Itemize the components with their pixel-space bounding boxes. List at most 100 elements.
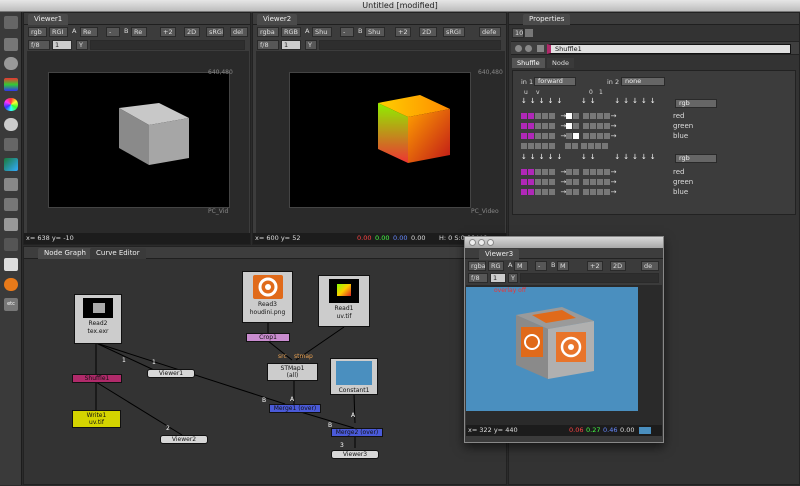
viewer3-gamma-slider[interactable] (520, 273, 659, 283)
group1-layer-select[interactable]: rgb (675, 99, 717, 108)
read3-node[interactable]: Read3 houdini.png (242, 271, 293, 323)
viewer1-canvas[interactable]: 640,480 PC_Vid (27, 51, 249, 233)
node-color-icon[interactable] (525, 45, 532, 52)
tab-viewer1[interactable]: Viewer1 (28, 14, 69, 25)
keyer-icon[interactable] (4, 158, 18, 171)
viewer2-channels[interactable]: rgba (257, 27, 279, 37)
gizmo-icon[interactable] (4, 258, 18, 271)
viewer3-y[interactable]: Y (508, 273, 518, 283)
viewer1-channels[interactable]: rgb (28, 27, 47, 37)
viewer3-titlebar (465, 237, 663, 248)
node-name-field[interactable]: Shuffle1 (547, 44, 791, 54)
tab-shuffle[interactable]: Shuffle (512, 58, 545, 68)
in1-select[interactable]: forward (534, 77, 576, 86)
viewer2-op[interactable]: - (340, 27, 354, 37)
matrix-row[interactable]: → → green (521, 177, 693, 187)
clear-panels-icon[interactable] (525, 29, 533, 37)
viewer3-display[interactable]: RG (488, 261, 504, 271)
matrix-row[interactable]: → → blue (521, 131, 688, 141)
viewer1-proxy[interactable]: +2 (160, 27, 176, 37)
viewer2-proxy[interactable]: +2 (395, 27, 411, 37)
viewer3-a-label: A (508, 261, 513, 269)
shuffle1-node[interactable]: Shuffle1 (72, 374, 122, 383)
viewer1-display[interactable]: RGI (49, 27, 68, 37)
viewer1-op[interactable]: - (106, 27, 120, 37)
stmap1-node[interactable]: STMap1 (all) (267, 363, 318, 381)
node-help-icon[interactable] (515, 45, 522, 52)
minimize-icon[interactable] (478, 239, 485, 246)
matrix-row[interactable]: → → green (521, 121, 693, 131)
group2-layer-select[interactable]: rgb (675, 154, 717, 163)
merge-tool-icon[interactable] (4, 178, 18, 191)
viewer1-2d[interactable]: 2D (184, 27, 200, 37)
viewer3-op[interactable]: - (535, 261, 547, 271)
time-filter-icon[interactable] (4, 138, 18, 151)
viewer2-a-input[interactable]: Shu (312, 27, 332, 37)
merge1-node[interactable]: Merge1 (over) (269, 404, 321, 413)
viewer3-channels[interactable]: rgba (468, 261, 486, 271)
viewer1-a-input[interactable]: Re (80, 27, 98, 37)
viewer2-gain-field[interactable]: 1 (281, 40, 301, 50)
views-tool-icon[interactable] (4, 238, 18, 251)
viewer1-tabbar: Viewer1 (24, 13, 250, 25)
viewer3-2d[interactable]: 2D (610, 261, 626, 271)
viewer3-de[interactable]: de (641, 261, 659, 271)
properties-max-panels[interactable]: 10 (512, 28, 524, 38)
viewer1-gain-field[interactable]: 1 (52, 40, 72, 50)
viewer2-gamma-slider[interactable] (319, 40, 501, 50)
viewer2-lut[interactable]: sRGI (443, 27, 465, 37)
tab-viewer3[interactable]: Viewer3 (479, 249, 520, 260)
viewer3-node[interactable]: Viewer3 (331, 450, 379, 459)
viewer1-node[interactable]: Viewer1 (147, 369, 195, 378)
viewer1-fstop[interactable]: f/8 (28, 40, 50, 50)
matrix-row[interactable] (521, 141, 616, 151)
viewer2-frame (289, 72, 471, 208)
matrix-row[interactable]: → → red (521, 111, 684, 121)
viewer2-fstop[interactable]: f/8 (257, 40, 279, 50)
draw-tool-icon[interactable] (4, 118, 18, 131)
channel-tool-icon[interactable] (4, 78, 18, 91)
viewer3-a-input[interactable]: M (514, 261, 528, 271)
read1-node[interactable]: Read1 uv.tif (318, 275, 370, 327)
read2-node[interactable]: Read2 tex.exr (74, 294, 122, 344)
viewer2-b-input[interactable]: Shu (365, 27, 385, 37)
viewer2-defe[interactable]: defe (479, 27, 501, 37)
viewer1-b-input[interactable]: Re (131, 27, 147, 37)
time-tool-icon[interactable] (4, 57, 18, 70)
viewer3-fstop[interactable]: f/8 (468, 273, 488, 283)
write1-node[interactable]: Write1 uv.tif (72, 410, 121, 428)
viewer2-y[interactable]: Y (305, 40, 317, 50)
constant1-node[interactable]: Constant1 (330, 358, 378, 395)
tab-properties[interactable]: Properties (523, 14, 571, 25)
crop1-node[interactable]: Crop1 (246, 333, 290, 342)
viewer2-node[interactable]: Viewer2 (160, 435, 208, 444)
viewer1-y[interactable]: Y (76, 40, 88, 50)
paint-tool-icon[interactable] (4, 38, 18, 51)
select-tool-icon[interactable] (4, 16, 18, 29)
viewer2-canvas[interactable]: 640,480 PC_Video (256, 51, 505, 233)
tab-node[interactable]: Node (547, 58, 574, 68)
other-tools-icon[interactable]: etc (4, 298, 18, 311)
in2-select[interactable]: none (621, 77, 665, 86)
matrix-row[interactable]: → → blue (521, 187, 688, 197)
matrix-row[interactable]: → → red (521, 167, 684, 177)
zoom-icon[interactable] (487, 239, 494, 246)
viewer3-gain-field[interactable]: 1 (490, 273, 506, 283)
viewer2-2d[interactable]: 2D (419, 27, 437, 37)
3d-tool-icon[interactable] (4, 218, 18, 231)
node-float-icon[interactable] (537, 45, 544, 52)
write1-label: Write1 (86, 412, 107, 419)
furnace-icon[interactable] (4, 278, 18, 291)
color-wheel-icon[interactable] (4, 98, 18, 111)
tab-viewer2[interactable]: Viewer2 (257, 14, 298, 25)
viewer2-display[interactable]: RGB (281, 27, 301, 37)
viewer3-b-input[interactable]: M (557, 261, 569, 271)
viewer1-lut[interactable]: sRGI (206, 27, 224, 37)
viewer3-proxy[interactable]: +2 (587, 261, 603, 271)
transform-tool-icon[interactable] (4, 198, 18, 211)
close-icon[interactable] (469, 239, 476, 246)
viewer1-del[interactable]: del (230, 27, 248, 37)
viewer3-canvas[interactable]: overlay off (466, 285, 662, 425)
merge2-node[interactable]: Merge2 (over) (331, 428, 383, 437)
viewer1-gamma-slider[interactable] (90, 40, 245, 50)
